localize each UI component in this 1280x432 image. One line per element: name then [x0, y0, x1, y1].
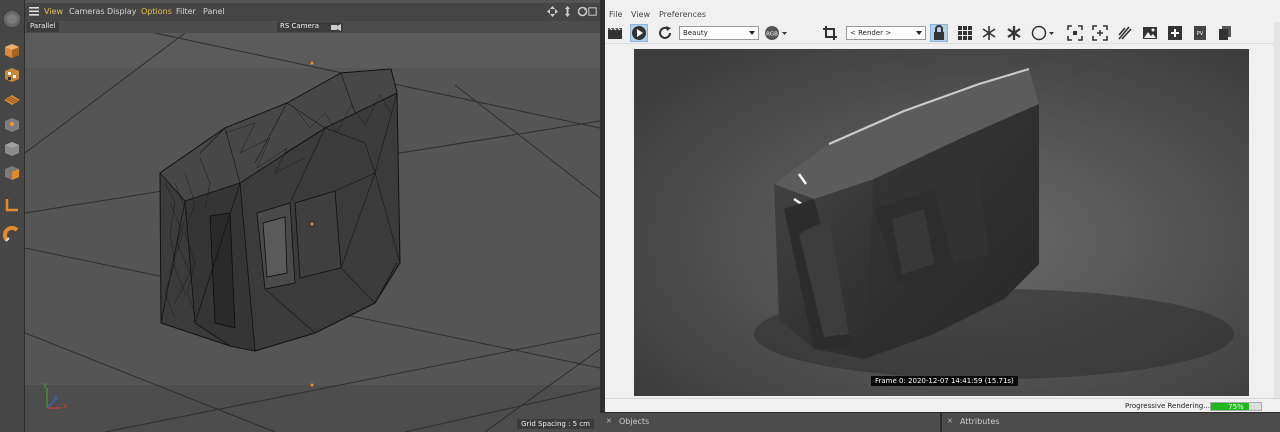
circle-icon[interactable]: [1031, 24, 1059, 42]
workplane-mode-icon[interactable]: [1, 88, 23, 110]
menu-options[interactable]: Options: [141, 7, 172, 16]
crop-icon[interactable]: [821, 24, 839, 42]
focus-icon[interactable]: [1066, 24, 1084, 42]
move-view-icon[interactable]: [547, 6, 558, 17]
render-progress-label: 75%: [1228, 403, 1244, 411]
menu-display[interactable]: Display: [107, 7, 137, 16]
snowflake-icon[interactable]: [980, 24, 998, 42]
pv-icon[interactable]: PV: [1191, 24, 1209, 42]
render-view-toolbar: Beauty RGB < Render > PV: [605, 22, 1280, 44]
tool-strip: [0, 0, 25, 432]
render-image[interactable]: [634, 49, 1249, 396]
render-select-value: < Render >: [850, 29, 892, 37]
rotate-view-icon[interactable]: [577, 6, 588, 17]
render-view-menubar: File View Preferences: [605, 8, 1280, 22]
tab-attributes[interactable]: Attributes: [960, 417, 1000, 426]
close-objects-icon[interactable]: ✕: [606, 417, 612, 425]
viewport-menubar: View Cameras Display Options Filter Pane…: [25, 3, 600, 21]
bottom-panel-bar: ✕ Objects ✕ Attributes: [600, 412, 1280, 432]
image-icon[interactable]: [1141, 24, 1159, 42]
application-window: View Cameras Display Options Filter Pane…: [0, 0, 1280, 432]
axis-label-x: x: [63, 402, 68, 410]
clapper-icon[interactable]: [606, 24, 624, 42]
camera-icon[interactable]: [331, 23, 341, 31]
scale-view-icon[interactable]: [562, 6, 573, 17]
axis-label-z: z: [54, 394, 58, 402]
texture-mode-icon[interactable]: [1, 64, 23, 86]
copy-icon[interactable]: [1216, 24, 1234, 42]
render-status-bar: Progressive Rendering... 75%: [605, 398, 1280, 412]
model-mode-icon[interactable]: [1, 40, 23, 62]
render-view-panel: File View Preferences Beauty RGB < Rende…: [605, 0, 1280, 432]
points-mode-icon[interactable]: [1, 114, 23, 136]
axis-label-y: y: [43, 381, 48, 389]
render-select[interactable]: < Render >: [846, 26, 926, 40]
render-view-scroll-edge: [1274, 22, 1280, 398]
maximize-view-icon[interactable]: [588, 6, 597, 17]
polygons-mode-icon[interactable]: [1, 138, 23, 160]
snap-magnet-icon[interactable]: [1, 224, 23, 246]
viewport-header: Parallel RS Camera: [25, 21, 600, 33]
svg-text:PV: PV: [1197, 31, 1204, 37]
menu-file[interactable]: File: [609, 10, 622, 19]
menu-panel[interactable]: Panel: [203, 7, 225, 16]
menu-view[interactable]: View: [44, 7, 63, 16]
grid-icon[interactable]: [956, 24, 974, 42]
viewport-canvas[interactable]: [25, 33, 600, 432]
aov-select[interactable]: Beauty: [679, 26, 759, 40]
edges-mode-icon[interactable]: [1, 162, 23, 184]
play-icon[interactable]: [630, 24, 648, 42]
axis-mode-icon[interactable]: [1, 194, 23, 216]
render-status-text: Progressive Rendering...: [1125, 402, 1210, 410]
aov-select-value: Beauty: [683, 29, 708, 37]
add-snapshot-icon[interactable]: [1166, 24, 1184, 42]
menu-preferences[interactable]: Preferences: [659, 10, 706, 19]
grid-spacing-label: Grid Spacing : 5 cm: [517, 419, 594, 429]
render-progress-bar: 75%: [1210, 402, 1262, 411]
snowflake-filled-icon[interactable]: [1005, 24, 1023, 42]
region-icon[interactable]: [1091, 24, 1109, 42]
viewport-panel: View Cameras Display Options Filter Pane…: [25, 0, 600, 432]
rgb-badge-text: RGB: [766, 32, 778, 38]
menu-render-view[interactable]: View: [631, 10, 650, 19]
close-attributes-icon[interactable]: ✕: [947, 417, 953, 425]
rgb-icon[interactable]: RGB: [764, 24, 788, 42]
tab-objects[interactable]: Objects: [619, 417, 649, 426]
make-editable-icon[interactable]: [1, 8, 23, 30]
brush-icon[interactable]: [1116, 24, 1134, 42]
panel-divider: [940, 413, 942, 432]
menu-filter[interactable]: Filter: [176, 7, 196, 16]
lock-icon[interactable]: [930, 24, 948, 42]
hamburger-menu-icon[interactable]: [29, 7, 39, 16]
frame-info: Frame 0: 2020-12-07 14:41:59 (15.71s): [871, 376, 1018, 386]
projection-label[interactable]: Parallel: [27, 22, 59, 32]
refresh-icon[interactable]: [656, 24, 674, 42]
menu-cameras[interactable]: Cameras: [69, 7, 105, 16]
